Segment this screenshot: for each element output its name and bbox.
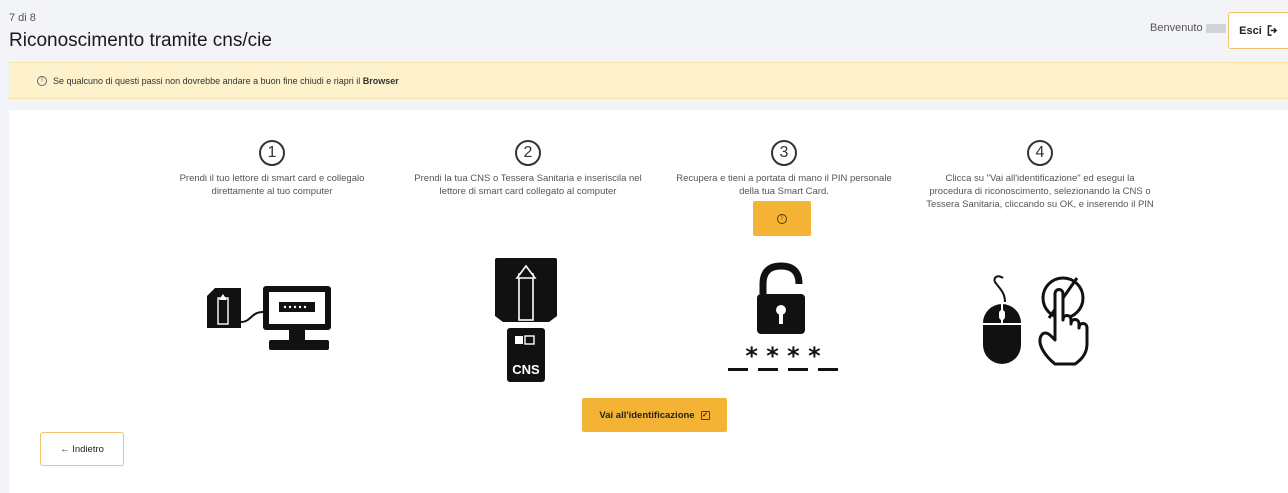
page-title: Riconoscimento tramite cns/cie [9,30,272,51]
step-4: 4 Clicca su "Vai all'identificazione" ed… [925,140,1155,211]
step-number: 2 [515,140,541,166]
exit-label: Esci [1239,24,1262,37]
step-description: Recupera e tieni a portata di mano il PI… [676,173,892,197]
checkbox-icon: ✓ [700,410,710,420]
info-icon: ! [37,76,47,86]
card-label: CNS [512,362,540,377]
exit-button[interactable]: Esci [1228,12,1288,49]
logout-icon [1267,25,1278,36]
pin-stars: * * * * [745,342,821,370]
step-description: Prendi il tuo lettore di smart card e co… [179,173,365,197]
step-number: 1 [259,140,285,166]
step-number: 4 [1027,140,1053,166]
step-2: 2 Prendi la tua CNS o Tessera Sanitaria … [413,140,643,198]
step-description: Clicca su "Vai all'identificazione" ed e… [926,173,1154,210]
card-insert-icon: CNS [495,258,557,382]
alert-message: Se qualcuno di questi passi non dovrebbe… [53,75,361,86]
go-to-identification-button[interactable]: Vai all'identificazione ✓ [582,398,727,432]
click-ok-icon [983,275,1089,366]
pin-lock-icon: * * * * [728,262,838,371]
header: 7 di 8 Riconoscimento tramite cns/cie Be… [0,0,1288,62]
welcome-label: Benvenuto [1150,22,1203,34]
step-3: 3 Recupera e tieni a portata di mano il … [669,140,899,198]
card-reader-computer-icon [207,286,331,350]
page: 7 di 8 Riconoscimento tramite cns/cie Be… [0,0,1288,493]
username-redacted [1205,23,1226,33]
warning-alert: ! Se qualcuno di questi passi non dovreb… [9,62,1288,99]
alert-text: Se qualcuno di questi passi non dovrebbe… [53,76,399,86]
step-number: 3 [771,140,797,166]
main-content: 1 Prendi il tuo lettore di smart card e … [9,110,1288,493]
back-button[interactable]: ← Indietro [40,432,124,466]
pin-info-button[interactable]: ! [753,201,811,236]
alert-bold: Browser [362,75,399,86]
info-icon: ! [777,213,787,224]
step-1: 1 Prendi il tuo lettore di smart card e … [157,140,387,198]
welcome-text: Benvenuto ! [1150,22,1232,34]
step-description: Prendi la tua CNS o Tessera Sanitaria e … [414,173,642,197]
step-counter: 7 di 8 [9,12,36,24]
identify-label: Vai all'identificazione [599,409,695,421]
